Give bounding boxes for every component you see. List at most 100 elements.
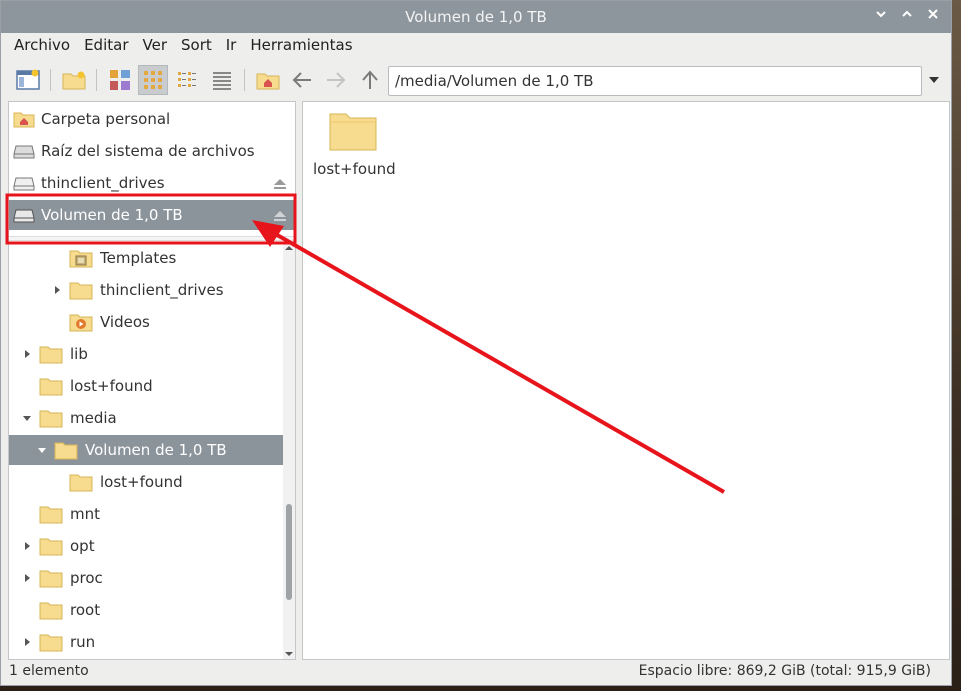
path-input[interactable]: /media/Volumen de 1,0 TB	[388, 66, 922, 96]
tree-item[interactable]: mnt	[9, 499, 283, 529]
new-window-button[interactable]	[13, 65, 43, 95]
file-view[interactable]: lost+found	[302, 101, 950, 660]
videos-folder-icon	[69, 312, 93, 332]
path-dropdown-button[interactable]	[927, 73, 941, 87]
title-bar[interactable]: Volumen de 1,0 TB	[1, 1, 951, 33]
place-label: Volumen de 1,0 TB	[41, 206, 183, 224]
tree-item[interactable]: run	[9, 627, 283, 657]
tree-item[interactable]: thinclient_drives	[9, 275, 283, 305]
pane-divider[interactable]	[9, 236, 295, 241]
file-manager-window: Volumen de 1,0 TB Archivo Editar Ver Sor…	[0, 0, 952, 686]
menu-herramientas[interactable]: Herramientas	[243, 33, 359, 59]
tree-item-label: thinclient_drives	[100, 281, 224, 299]
menu-archivo[interactable]: Archivo	[7, 33, 77, 59]
menu-editar[interactable]: Editar	[77, 33, 135, 59]
place-root-filesystem[interactable]: Raíz del sistema de archivos	[9, 136, 295, 166]
home-icon	[256, 73, 280, 90]
tree-item[interactable]: proc	[9, 563, 283, 593]
scroll-up-icon	[285, 246, 293, 250]
up-arrow-icon	[362, 70, 378, 89]
back-arrow-icon	[292, 72, 311, 88]
tree-item[interactable]: lib	[9, 339, 283, 369]
close-icon	[928, 9, 938, 19]
folder-icon	[39, 408, 63, 428]
tree-item[interactable]: lost+found	[9, 371, 283, 401]
drive-icon	[13, 145, 35, 159]
place-label: Raíz del sistema de archivos	[41, 142, 255, 160]
folder-icon	[39, 536, 63, 556]
menu-ir[interactable]: Ir	[219, 33, 244, 59]
tree-item[interactable]: Volumen de 1,0 TB	[9, 435, 283, 465]
folder-icon	[39, 568, 63, 588]
expander-expanded-icon[interactable]	[36, 444, 48, 456]
place-home[interactable]: Carpeta personal	[9, 104, 295, 134]
expander-collapsed-icon[interactable]	[21, 636, 33, 648]
back-button[interactable]	[287, 65, 317, 95]
tree-scrollbar[interactable]	[283, 242, 295, 659]
up-button[interactable]	[355, 65, 385, 95]
folder-icon	[39, 600, 63, 620]
eject-icon[interactable]	[273, 208, 287, 226]
folder-icon	[39, 376, 63, 396]
maximize-button[interactable]	[897, 7, 917, 27]
tree-item[interactable]: media	[9, 403, 283, 433]
tree-item-label: Videos	[100, 313, 150, 331]
tree-item[interactable]: lost+found	[9, 467, 283, 497]
thumbnail-view-button[interactable]	[105, 65, 135, 95]
tree-item-label: media	[70, 409, 117, 427]
side-pane: Carpeta personal Raíz del sistema de arc…	[8, 101, 296, 660]
tree-item-label: lib	[70, 345, 88, 363]
expander-collapsed-icon[interactable]	[21, 540, 33, 552]
expander-collapsed-icon[interactable]	[51, 284, 63, 296]
place-volume-1tb[interactable]: Volumen de 1,0 TB	[9, 200, 295, 230]
window-title: Volumen de 1,0 TB	[405, 8, 547, 26]
folder-icon	[69, 472, 93, 492]
home-button[interactable]	[253, 65, 283, 95]
menu-sort[interactable]: Sort	[174, 33, 219, 59]
thumbnail-view-icon	[110, 70, 130, 90]
tree-item[interactable]: Templates	[9, 243, 283, 273]
tree-item-label: lost+found	[70, 377, 153, 395]
drive-icon	[13, 177, 35, 191]
templates-folder-icon	[69, 248, 93, 268]
tree-item-label: opt	[70, 537, 95, 555]
place-label: thinclient_drives	[41, 174, 165, 192]
tree-item-label: Volumen de 1,0 TB	[85, 441, 227, 459]
place-thinclient-drives[interactable]: thinclient_drives	[9, 168, 295, 198]
expander-collapsed-icon[interactable]	[21, 572, 33, 584]
chevron-up-icon	[902, 10, 912, 17]
new-folder-button[interactable]	[59, 65, 89, 95]
scroll-down-icon	[285, 652, 293, 656]
tree-item-label: lost+found	[100, 473, 183, 491]
expander-collapsed-icon[interactable]	[21, 348, 33, 360]
menu-ver[interactable]: Ver	[136, 33, 175, 59]
chevron-down-icon	[876, 11, 886, 18]
icon-view-icon	[144, 71, 162, 89]
status-bar: 1 elemento Espacio libre: 869,2 GiB (tot…	[1, 662, 951, 684]
tree-item-label: proc	[70, 569, 103, 587]
minimize-button[interactable]	[871, 7, 891, 27]
file-item-lost-found[interactable]: lost+found	[313, 110, 396, 178]
tree-item-label: root	[70, 601, 101, 619]
tree-item[interactable]: opt	[9, 531, 283, 561]
tree-item[interactable]: Videos	[9, 307, 283, 337]
icon-view-button[interactable]	[138, 65, 168, 95]
close-button[interactable]	[923, 7, 943, 27]
tree-item-label: mnt	[70, 505, 100, 523]
eject-icon[interactable]	[273, 176, 287, 194]
tree-item[interactable]: root	[9, 595, 283, 625]
list-view-button[interactable]	[207, 65, 237, 95]
folder-icon	[39, 632, 63, 652]
forward-button[interactable]	[321, 65, 351, 95]
toolbar: /media/Volumen de 1,0 TB	[1, 61, 951, 99]
tree-item-label: run	[70, 633, 96, 651]
tree-item-label: Templates	[100, 249, 177, 267]
scroll-thumb[interactable]	[286, 504, 292, 600]
place-label: Carpeta personal	[41, 110, 171, 128]
compact-view-button[interactable]	[172, 65, 202, 95]
expander-expanded-icon[interactable]	[21, 412, 33, 424]
